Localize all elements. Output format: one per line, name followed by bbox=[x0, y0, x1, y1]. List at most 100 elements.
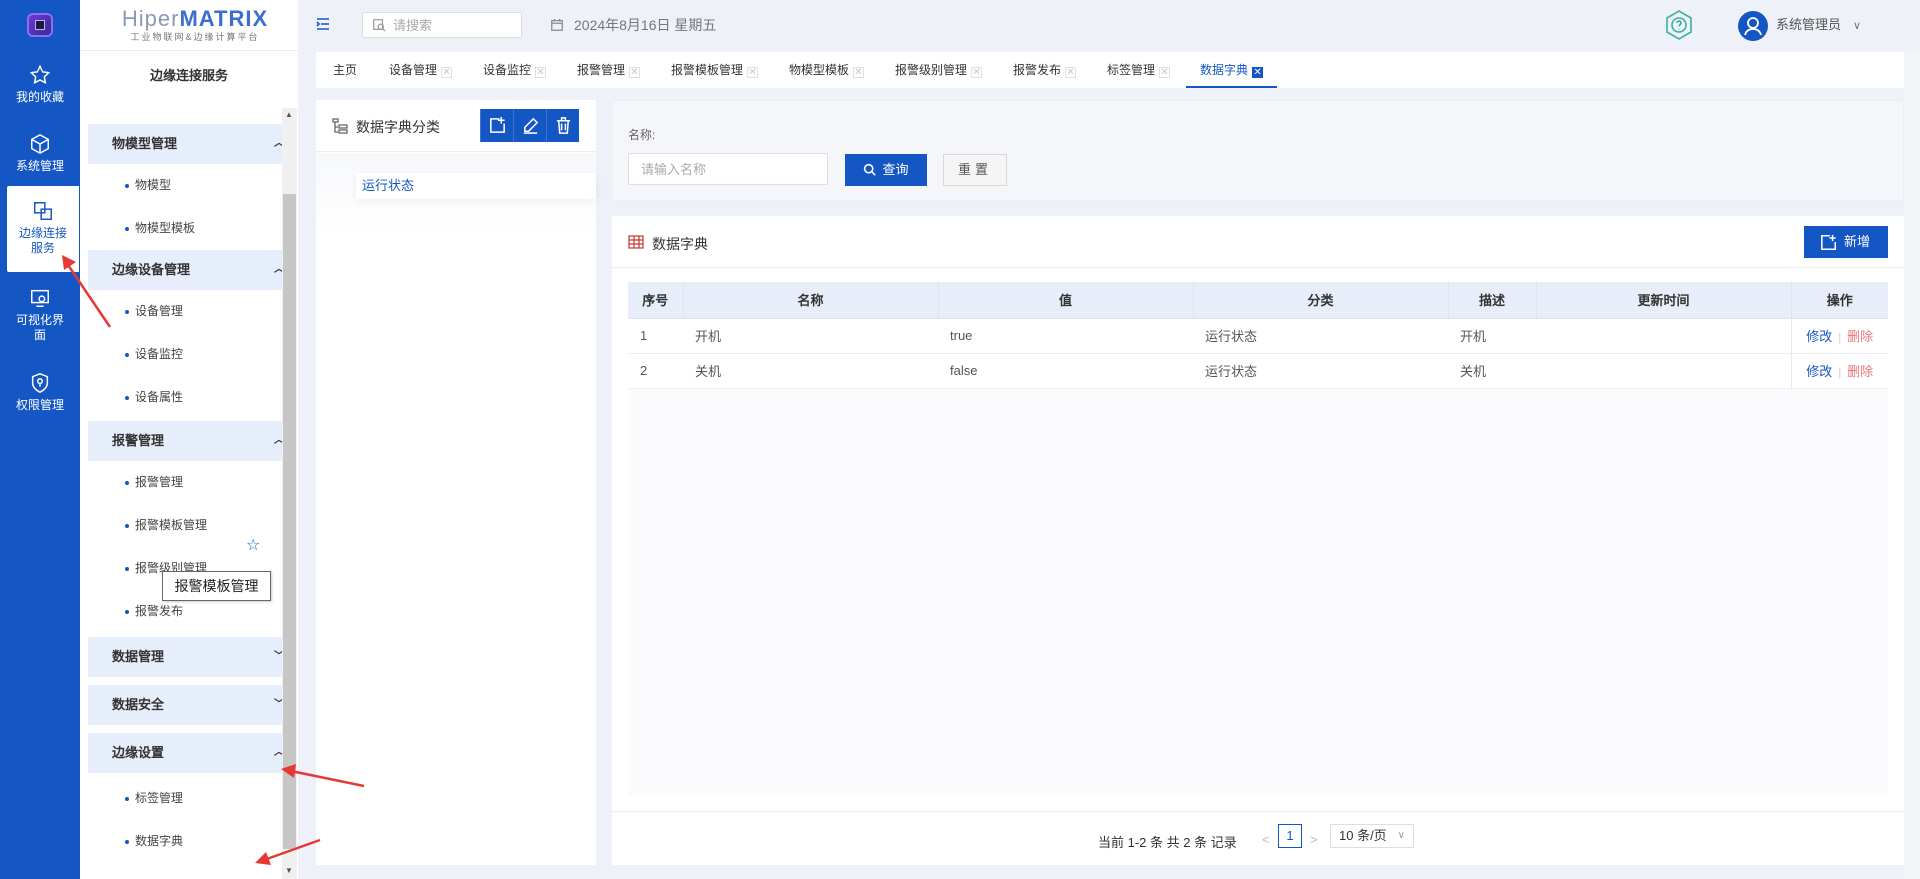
category-title: 数据字典分类 bbox=[356, 119, 440, 135]
name-input[interactable] bbox=[629, 154, 827, 184]
filter-card: 名称: 查询 重置 bbox=[612, 100, 1904, 201]
edit-category-button[interactable] bbox=[513, 109, 546, 142]
menu-scrollbar[interactable]: ▲ ▼ bbox=[282, 108, 297, 879]
tab-label: 主页 bbox=[333, 63, 358, 77]
menu-group-alarm[interactable]: 报警管理 ︿ bbox=[88, 421, 288, 461]
brand-name-b: MATRIX bbox=[179, 6, 269, 31]
table-row: 2 关机 false 运行状态 关机 修改 | 删除 bbox=[628, 353, 1888, 389]
rail-visual[interactable]: 可视化界面 bbox=[0, 287, 80, 343]
close-icon[interactable]: ✕ bbox=[971, 67, 983, 78]
delete-category-button[interactable] bbox=[546, 109, 579, 142]
cell-updated bbox=[1536, 353, 1791, 389]
tab-alarm-publish[interactable]: 报警发布 ✕ bbox=[1013, 52, 1077, 88]
favorite-star-icon[interactable]: ☆ bbox=[246, 535, 260, 555]
tab-label: 设备监控 bbox=[483, 63, 532, 77]
menu-group-edge-settings[interactable]: 边缘设置 ︿ bbox=[88, 733, 288, 773]
cube-icon bbox=[31, 133, 49, 155]
page-scrollbar[interactable] bbox=[1904, 52, 1920, 879]
menu-item-device-attributes[interactable]: 设备属性 bbox=[88, 376, 288, 419]
page-size-select[interactable]: 10 条/页 ∨ bbox=[1330, 824, 1414, 848]
add-button[interactable]: 新增 bbox=[1804, 226, 1888, 258]
menu-item-device-management[interactable]: 设备管理 bbox=[88, 290, 288, 333]
close-icon[interactable]: ✕ bbox=[629, 67, 641, 78]
cell-updated bbox=[1536, 318, 1791, 354]
tab-tag-management[interactable]: 标签管理 ✕ bbox=[1107, 52, 1171, 88]
close-icon[interactable]: ✕ bbox=[1065, 67, 1077, 78]
scroll-down-icon[interactable]: ▼ bbox=[285, 866, 293, 875]
rail-system[interactable]: 系统管理 bbox=[0, 133, 80, 174]
prev-page-icon[interactable]: < bbox=[1262, 832, 1270, 847]
close-icon[interactable]: ✕ bbox=[853, 67, 865, 78]
close-icon[interactable]: ✕ bbox=[1159, 67, 1171, 78]
data-card-header: 数据字典 新增 bbox=[612, 216, 1904, 268]
help-icon[interactable] bbox=[1662, 8, 1696, 42]
menu-group-data-management[interactable]: 数据管理 ﹀ bbox=[88, 637, 288, 677]
tab-thing-model-template[interactable]: 物模型模板 ✕ bbox=[789, 52, 865, 88]
menu-item-thing-model-template[interactable]: 物模型模板 bbox=[88, 207, 288, 250]
scroll-up-icon[interactable]: ▲ bbox=[285, 110, 293, 119]
group-label: 报警管理 bbox=[112, 433, 165, 448]
category-panel: 数据字典分类 运行状态 bbox=[316, 100, 596, 865]
user-menu[interactable]: 系统管理员 ∨ bbox=[1738, 10, 1862, 41]
menu-item-tag-management[interactable]: 标签管理 bbox=[88, 777, 288, 820]
menu-item-thing-model[interactable]: 物模型 bbox=[88, 164, 288, 207]
edit-link[interactable]: 修改 bbox=[1806, 329, 1832, 344]
menu-group-edge-device[interactable]: 边缘设备管理 ︿ bbox=[88, 250, 288, 290]
separator: | bbox=[1838, 332, 1842, 344]
close-icon[interactable]: ✕ bbox=[441, 67, 453, 78]
tab-alarm-template[interactable]: 报警模板管理 ✕ bbox=[671, 52, 759, 88]
add-category-button[interactable] bbox=[480, 109, 513, 142]
column-header: 操作 bbox=[1791, 282, 1888, 319]
column-header: 序号 bbox=[628, 282, 684, 319]
tab-data-dictionary[interactable]: 数据字典 ✕ bbox=[1186, 52, 1278, 88]
brand-subtitle: 工业物联网&边缘计算平台 bbox=[130, 32, 260, 42]
calendar-icon bbox=[551, 18, 563, 31]
menu-toggle-icon[interactable] bbox=[315, 16, 331, 32]
add-icon bbox=[1821, 234, 1837, 250]
menu-item-device-monitor[interactable]: 设备监控 bbox=[88, 333, 288, 376]
reset-button[interactable]: 重置 bbox=[943, 154, 1007, 186]
rail-label: 权限管理 bbox=[15, 398, 64, 412]
rail-permissions[interactable]: 权限管理 bbox=[0, 372, 80, 413]
scroll-thumb[interactable] bbox=[283, 194, 296, 849]
delete-link[interactable]: 删除 bbox=[1847, 329, 1873, 344]
close-icon[interactable]: ✕ bbox=[1252, 67, 1264, 78]
page-number[interactable]: 1 bbox=[1278, 824, 1302, 848]
tab-device-management[interactable]: 设备管理 ✕ bbox=[389, 52, 453, 88]
menu-group-data-security[interactable]: 数据安全 ﹀ bbox=[88, 685, 288, 725]
edit-icon bbox=[523, 117, 539, 134]
category-item-running-state[interactable]: 运行状态 bbox=[356, 173, 596, 199]
menu-item-data-dictionary[interactable]: 数据字典 bbox=[88, 820, 288, 863]
group-label: 边缘设置 bbox=[112, 745, 165, 760]
topbar: 2024年8月16日 星期五 系统管理员 ∨ bbox=[298, 0, 1920, 50]
close-icon[interactable]: ✕ bbox=[535, 67, 547, 78]
query-button[interactable]: 查询 bbox=[845, 154, 927, 186]
tab-home[interactable]: 主页 bbox=[333, 52, 357, 88]
menu-group-thing-model[interactable]: 物模型管理 ︿ bbox=[88, 124, 288, 164]
edit-link[interactable]: 修改 bbox=[1806, 364, 1832, 379]
cell-ops: 修改 | 删除 bbox=[1790, 318, 1888, 354]
menu-item-alarm-management[interactable]: 报警管理 bbox=[88, 461, 288, 504]
delete-link[interactable]: 删除 bbox=[1847, 364, 1873, 379]
search-input[interactable] bbox=[393, 16, 513, 34]
tab-bar: 主页 设备管理 ✕ 设备监控 ✕ 报警管理 ✕ 报警模板管理 ✕ 物模型模板 ✕ 报警级别… bbox=[316, 52, 1904, 88]
add-icon bbox=[490, 116, 505, 133]
tab-label: 报警模板管理 bbox=[671, 63, 744, 77]
tab-alarm-level[interactable]: 报警级别管理 ✕ bbox=[895, 52, 983, 88]
search-box[interactable] bbox=[362, 12, 522, 38]
trash-icon bbox=[556, 117, 571, 134]
tab-alarm-management[interactable]: 报警管理 ✕ bbox=[577, 52, 641, 88]
search-icon bbox=[864, 163, 877, 176]
secondary-menu: HiperMATRIX 工业物联网&边缘计算平台 边缘连接服务 物模型管理 ︿ 物… bbox=[80, 0, 298, 879]
next-page-icon[interactable]: > bbox=[1310, 832, 1318, 847]
chevron-down-icon: ∨ bbox=[1853, 20, 1862, 32]
column-header: 描述 bbox=[1448, 282, 1537, 319]
close-icon[interactable]: ✕ bbox=[747, 67, 759, 78]
rail-edge-connection[interactable]: 边缘连接服务 bbox=[7, 186, 79, 272]
cell-index: 1 bbox=[628, 318, 683, 354]
rail-favorites[interactable]: 我的收藏 bbox=[0, 64, 80, 105]
add-label: 新增 bbox=[1844, 234, 1871, 249]
group-label: 边缘设备管理 bbox=[112, 262, 191, 277]
tab-device-monitor[interactable]: 设备监控 ✕ bbox=[483, 52, 547, 88]
name-label: 名称: bbox=[628, 128, 656, 142]
